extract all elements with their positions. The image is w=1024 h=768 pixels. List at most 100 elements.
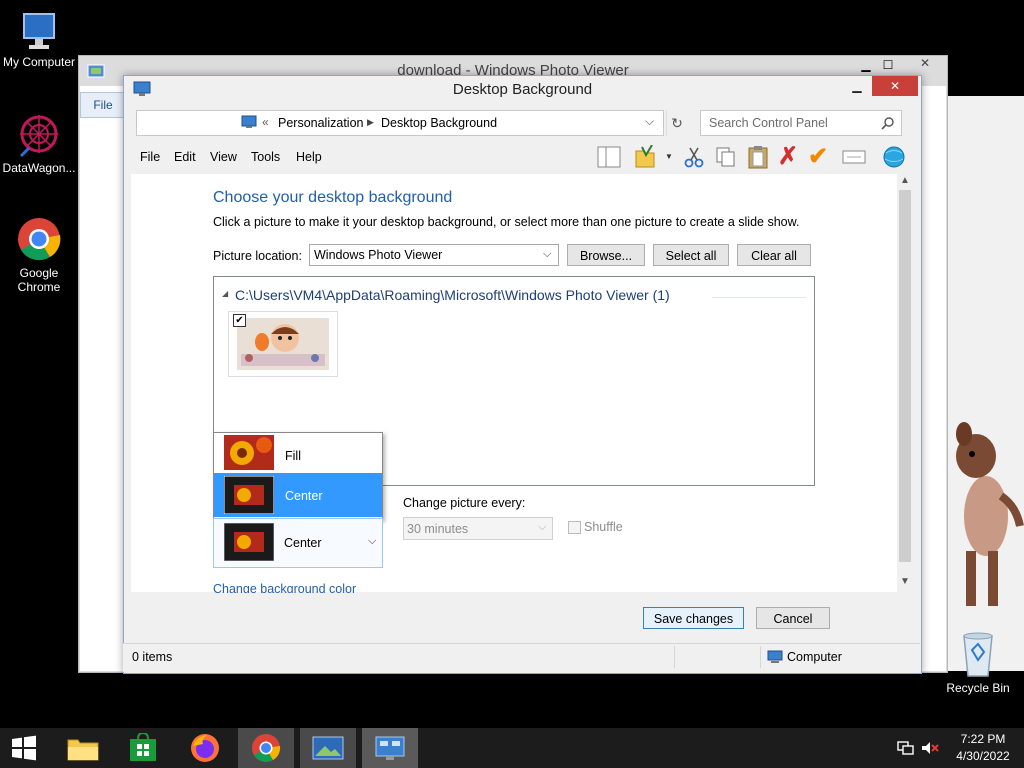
photo-viewer-taskbar-icon <box>312 736 344 760</box>
selected-position-preview-icon <box>224 523 274 561</box>
desktop-icon-datawagon[interactable]: DataWagon... <box>0 110 78 175</box>
breadcrumb-personalization[interactable]: Personalization <box>278 116 363 130</box>
control-panel-globe-icon[interactable] <box>880 144 908 168</box>
shortcut-arrow-icon <box>19 146 31 158</box>
properties-check-icon[interactable]: ✔ <box>808 142 828 171</box>
taskbar-store[interactable] <box>115 728 171 768</box>
rename-icon[interactable] <box>842 148 866 166</box>
minimize-button[interactable]: ▁ <box>845 76 869 96</box>
desktop-wallpaper-area <box>946 96 1024 671</box>
chrome-icon <box>18 218 61 261</box>
picture-position-select[interactable]: Center ⌵ <box>213 518 383 568</box>
page-heading: Choose your desktop background <box>213 189 453 206</box>
address-dropdown-icon[interactable]: ⌵ <box>645 114 654 129</box>
menu-edit[interactable]: Edit <box>174 150 196 164</box>
store-icon <box>130 733 156 761</box>
taskbar: 7:22 PM 4/30/2022 <box>0 728 1024 768</box>
picture-position-value: Center <box>284 536 322 550</box>
group-path-label[interactable]: C:\Users\VM4\AppData\Roaming\Microsoft\W… <box>235 287 670 303</box>
copy-icon[interactable] <box>715 146 737 168</box>
search-input[interactable]: Search Control Panel <box>709 116 828 130</box>
scrollbar-thumb[interactable] <box>899 190 911 562</box>
picture-location-value: Windows Photo Viewer <box>314 248 443 262</box>
scroll-down-icon[interactable]: ▼ <box>900 576 910 587</box>
picture-location-chevron-icon: ⌵ <box>543 248 552 260</box>
menu-help[interactable]: Help <box>296 150 322 164</box>
delete-icon[interactable]: ✗ <box>778 142 798 171</box>
start-button[interactable] <box>0 728 48 768</box>
picture-position-dropdown-list[interactable]: Fill Center <box>213 432 383 520</box>
picture-location-select[interactable]: Windows Photo Viewer ⌵ <box>309 244 559 266</box>
control-panel-taskbar-icon <box>375 736 405 760</box>
photo-viewer-maximize-button[interactable]: ☐ <box>875 58 901 72</box>
desktop-icon-recycle-bin[interactable]: Recycle Bin <box>938 630 1018 695</box>
preview-pane-icon[interactable] <box>597 146 621 168</box>
status-zone: Computer <box>787 650 842 664</box>
volume-muted-icon[interactable] <box>921 740 939 756</box>
fill-option-label: Fill <box>285 449 301 463</box>
shuffle-checkbox[interactable] <box>568 521 581 534</box>
group-collapse-icon[interactable]: ◢ <box>222 289 228 298</box>
change-picture-every-label: Change picture every: <box>403 496 526 510</box>
search-icon[interactable] <box>881 116 895 130</box>
group-divider <box>712 297 806 298</box>
menu-file[interactable]: File <box>140 150 160 164</box>
recycle-bin-icon <box>963 632 993 677</box>
windows-logo-icon <box>12 735 36 761</box>
picture-thumbnail[interactable]: ✔ <box>228 311 338 377</box>
network-icon[interactable] <box>897 740 915 756</box>
cut-icon[interactable] <box>684 146 704 168</box>
fill-preview-icon <box>224 435 274 470</box>
center-preview-icon <box>224 476 274 514</box>
photo-viewer-file-menu[interactable]: File <box>80 92 126 118</box>
file-explorer-icon <box>67 739 99 761</box>
menu-tools[interactable]: Tools <box>251 150 280 164</box>
thumbnail-checkbox[interactable]: ✔ <box>233 314 246 327</box>
datawagon-icon <box>19 115 58 158</box>
interval-chevron-icon: ⌵ <box>538 521 547 533</box>
taskbar-control-panel[interactable] <box>362 728 418 768</box>
search-box[interactable]: Search Control Panel <box>700 110 902 136</box>
toolbar-dropdown-icon[interactable]: ▼ <box>665 152 673 161</box>
photo-viewer-close-button[interactable]: ✕ <box>905 56 945 70</box>
desktop-icon-google-chrome[interactable]: Google Chrome <box>0 215 78 294</box>
page-description: Click a picture to make it your desktop … <box>213 215 800 229</box>
breadcrumb-desktop-background[interactable]: Desktop Background <box>381 116 497 130</box>
breadcrumb-overflow[interactable]: « <box>262 115 269 129</box>
change-background-color-link[interactable]: Change background color <box>213 582 356 593</box>
folder-properties-icon[interactable] <box>634 145 656 169</box>
scroll-up-icon[interactable]: ▲ <box>900 175 910 186</box>
clock-time[interactable]: 7:22 PM <box>952 732 1014 746</box>
picture-location-label: Picture location: <box>213 249 302 263</box>
cancel-button[interactable]: Cancel <box>756 607 830 629</box>
clear-all-button[interactable]: Clear all <box>737 244 811 266</box>
desktop-icon-my-computer[interactable]: My Computer <box>0 8 78 69</box>
refresh-icon[interactable]: ↻ <box>666 110 687 136</box>
status-divider <box>674 646 675 668</box>
menu-view[interactable]: View <box>210 150 237 164</box>
browse-button[interactable]: Browse... <box>567 244 645 266</box>
vertical-scrollbar[interactable]: ▲ ▼ <box>897 174 913 592</box>
paste-icon[interactable] <box>746 144 770 170</box>
taskbar-chrome[interactable] <box>238 728 294 768</box>
change-background-color-link-clip: Change background color <box>213 582 363 593</box>
firefox-icon <box>191 734 219 762</box>
shuffle-label: Shuffle <box>584 520 623 534</box>
change-picture-interval-select[interactable]: 30 minutes ⌵ <box>403 517 553 540</box>
taskbar-file-explorer[interactable] <box>55 728 111 768</box>
computer-icon <box>23 13 55 49</box>
clock-date[interactable]: 4/30/2022 <box>952 749 1014 763</box>
select-all-button[interactable]: Select all <box>653 244 729 266</box>
position-option-fill[interactable]: Fill <box>214 433 382 473</box>
picture-position-chevron-icon: ⌵ <box>368 535 377 547</box>
control-panel-icon <box>241 115 257 128</box>
taskbar-firefox[interactable] <box>177 728 233 768</box>
status-item-count: 0 items <box>132 650 173 664</box>
chrome-taskbar-icon <box>252 734 281 762</box>
close-button[interactable]: ✕ <box>872 76 918 96</box>
save-changes-button[interactable]: Save changes <box>643 607 744 629</box>
change-picture-interval-value: 30 minutes <box>407 522 469 536</box>
position-option-center[interactable]: Center <box>214 473 382 517</box>
breadcrumb-separator-icon: ▶ <box>367 117 374 127</box>
taskbar-photo-viewer[interactable] <box>300 728 356 768</box>
